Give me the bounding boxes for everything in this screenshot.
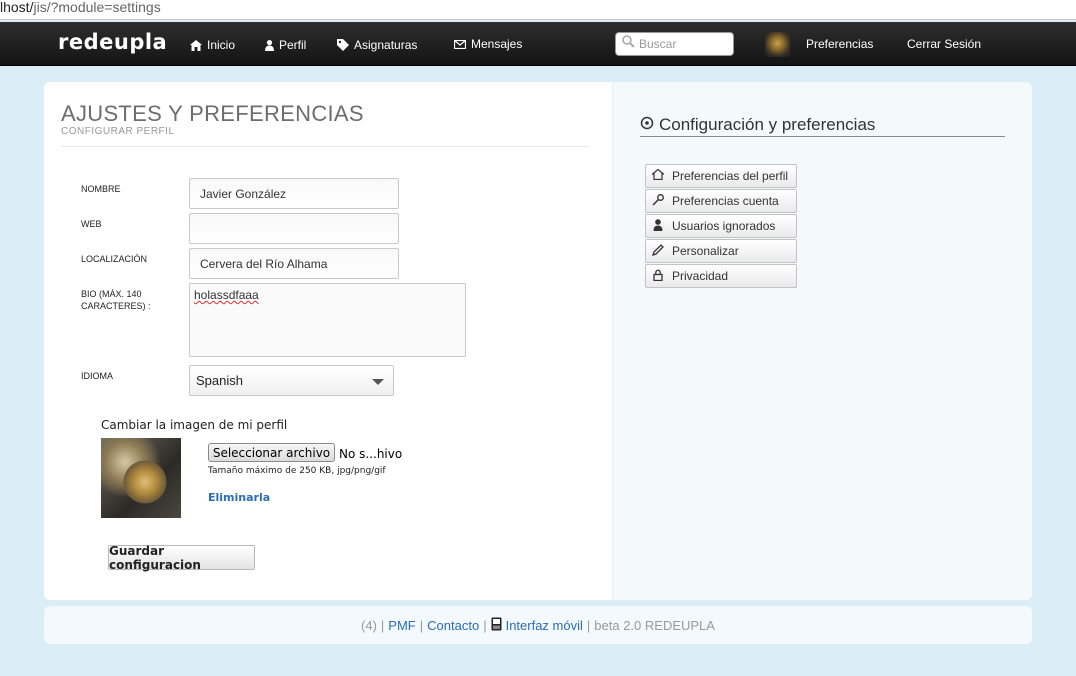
mail-icon <box>454 39 466 49</box>
key-icon <box>652 193 664 209</box>
web-label: WEB <box>81 219 102 229</box>
sidebar-item-personalizar[interactable]: Personalizar <box>645 239 797 263</box>
search-box[interactable] <box>615 32 734 56</box>
save-settings-button[interactable]: Guardar configuracion <box>108 544 255 572</box>
sidebar-item-label: Preferencias del perfil <box>672 169 789 183</box>
page-subtitle: CONFIGURAR PERFIL <box>61 126 175 137</box>
nav-item-perfil[interactable]: Perfil <box>265 38 306 52</box>
nav-item-inicio[interactable]: Inicio <box>190 38 235 52</box>
preferences-link[interactable]: Preferencias <box>806 37 873 51</box>
language-label: IDIOMA <box>81 371 114 381</box>
select-file-button[interactable]: Seleccionar archivo <box>208 443 335 462</box>
settings-card: AJUSTES Y PREFERENCIAS CONFIGURAR PERFIL… <box>44 82 1032 600</box>
file-status-text: No s...hivo <box>339 447 403 461</box>
nav-item-mensajes[interactable]: Mensajes <box>454 37 522 51</box>
footer: (4) | PMF | Contacto | Interfaz móvil | … <box>44 606 1032 644</box>
tag-icon <box>337 39 349 51</box>
language-selected: Spanish <box>196 373 243 388</box>
web-field[interactable] <box>189 213 399 244</box>
page-title: AJUSTES Y PREFERENCIAS <box>61 101 364 126</box>
site-logo[interactable]: redeupla <box>58 30 167 54</box>
location-label: LOCALIZACIÓN <box>81 254 148 264</box>
language-select[interactable]: Spanish <box>189 365 394 396</box>
chevron-down-icon <box>372 379 384 385</box>
home-icon <box>650 168 666 183</box>
nav-label: Preferencias <box>806 37 874 51</box>
nav-label: Asignaturas <box>354 38 418 52</box>
top-navbar: redeupla Inicio Perfil Asignaturas Mensa… <box>0 22 1076 66</box>
sidebar-item-label: Preferencias cuenta <box>672 194 779 208</box>
nav-label: Mensajes <box>471 37 523 51</box>
profile-image <box>101 438 181 518</box>
logout-link[interactable]: Cerrar Sesión <box>907 37 981 51</box>
bio-label: BIO (MÁX. 140 CARACTERES) : <box>81 289 151 311</box>
sidebar-item-preferencias-cuenta[interactable]: Preferencias cuenta <box>645 189 797 213</box>
search-input[interactable] <box>639 37 729 51</box>
user-icon <box>265 39 274 51</box>
file-size-hint: Tamaño máximo de 250 KB, jpg/png/gif <box>208 466 386 476</box>
sidebar-item-preferencias-perfil[interactable]: Preferencias del perfil <box>645 164 797 188</box>
search-icon <box>622 35 635 53</box>
home-icon <box>190 39 202 51</box>
footer-count: (4) <box>361 617 377 633</box>
sidebar-item-label: Personalizar <box>672 244 739 258</box>
delete-image-link[interactable]: Eliminarla <box>208 491 270 504</box>
sidebar-heading-label: Configuración y preferencias <box>659 115 876 134</box>
image-section-heading: Cambiar la imagen de mi perfil <box>101 418 288 432</box>
settings-sidebar-pane <box>612 82 1032 600</box>
user-icon <box>652 218 664 234</box>
footer-version: beta 2.0 REDEUPLA <box>594 617 715 633</box>
nav-item-asignaturas[interactable]: Asignaturas <box>337 38 417 52</box>
footer-link-mobile[interactable]: Interfaz móvil <box>506 618 583 633</box>
sidebar-heading-divider <box>640 136 1005 137</box>
nav-label: Inicio <box>207 38 236 52</box>
nav-label: Perfil <box>279 38 307 52</box>
browser-url-bar[interactable]: lhost/jis/?module=settings <box>0 0 1076 20</box>
title-divider <box>61 146 589 147</box>
sidebar-item-usuarios-ignorados[interactable]: Usuarios ignorados <box>645 214 797 238</box>
url-path: jis/?module=settings <box>33 0 161 15</box>
url-host: lhost/ <box>0 0 34 15</box>
sidebar-item-label: Privacidad <box>672 269 729 283</box>
footer-link-pmf[interactable]: PMF <box>388 618 415 633</box>
bio-text: holassdfaaa <box>194 288 259 302</box>
user-avatar[interactable] <box>765 32 790 57</box>
pencil-icon <box>651 243 664 259</box>
name-label: NOMBRE <box>81 184 121 194</box>
footer-link-contacto[interactable]: Contacto <box>427 618 479 633</box>
sidebar-item-privacidad[interactable]: Privacidad <box>645 264 797 288</box>
sidebar-item-label: Usuarios ignorados <box>672 219 776 233</box>
nav-label: Cerrar Sesión <box>907 37 982 51</box>
gear-icon <box>640 115 654 135</box>
location-field[interactable] <box>189 248 399 279</box>
name-field[interactable] <box>189 178 399 209</box>
lock-icon <box>652 269 664 284</box>
mobile-phone-icon <box>491 617 502 634</box>
sidebar-heading: Configuración y preferencias <box>640 115 875 135</box>
